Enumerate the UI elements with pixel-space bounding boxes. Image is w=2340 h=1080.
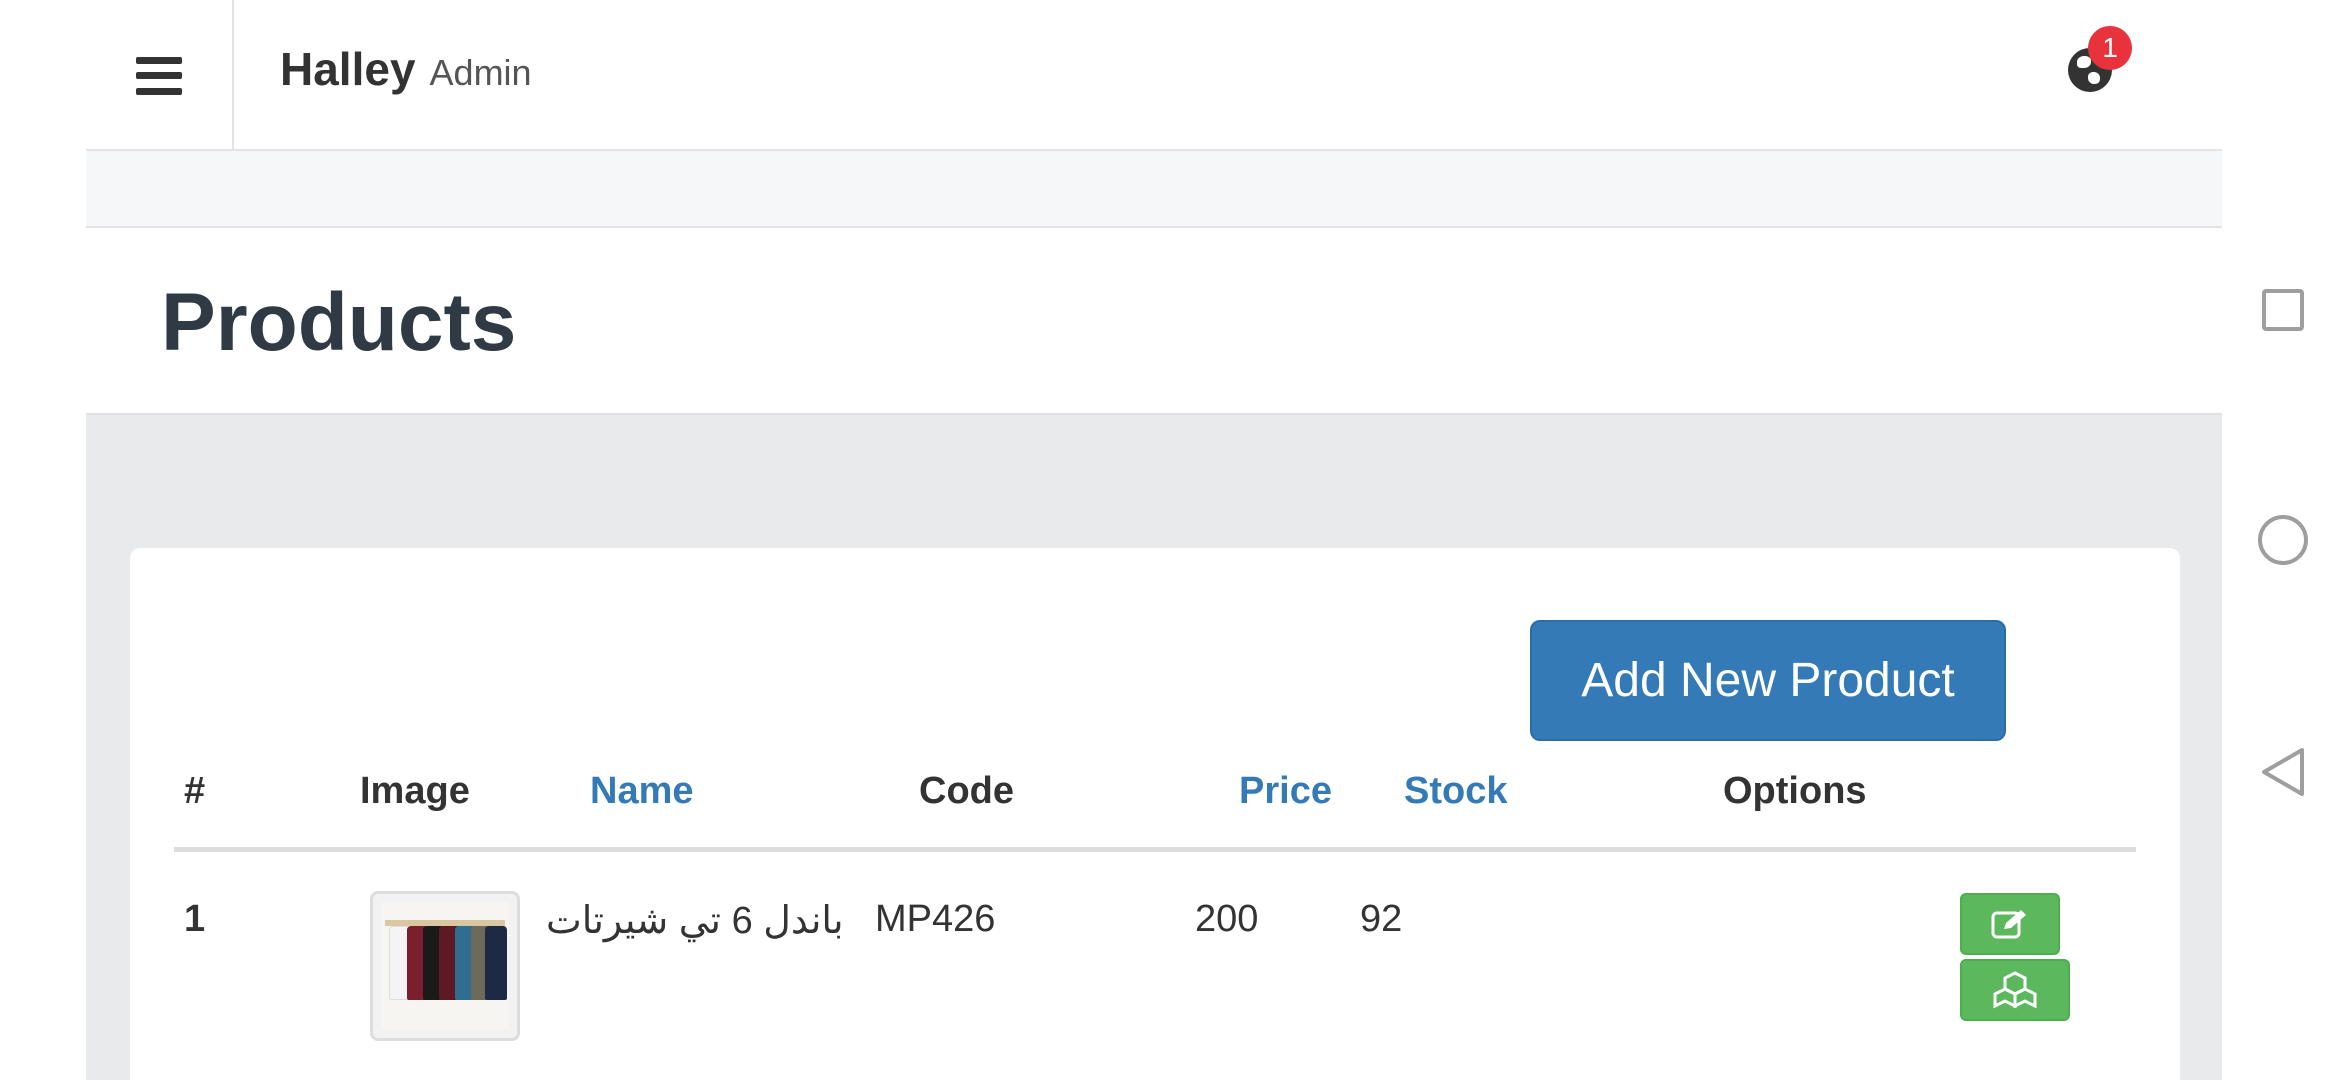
products-card: Add New Product # Image Name Code Price … (130, 548, 2180, 1080)
column-name-sort[interactable]: Name (590, 770, 694, 813)
hamburger-icon (136, 56, 182, 95)
top-navbar: Halley Admin 1 (86, 0, 2222, 151)
column-price-sort[interactable]: Price (1239, 770, 1332, 813)
breadcrumb-bar (86, 151, 2222, 228)
triangle-back-icon[interactable] (2260, 746, 2306, 798)
edit-product-button[interactable] (1960, 893, 2060, 955)
admin-app: Halley Admin 1 Products Add New Product … (86, 0, 2222, 1080)
product-name: باندل 6 تي شيرتات (546, 900, 844, 942)
system-nav-bar (2222, 0, 2340, 1080)
brand[interactable]: Halley Admin (280, 42, 532, 96)
row-index: 1 (184, 898, 206, 940)
product-stock: 92 (1360, 898, 1403, 940)
brand-role: Admin (429, 52, 532, 93)
table-header: # Image Name Code Price Stock Options (174, 770, 2136, 852)
column-image: Image (360, 770, 470, 812)
product-price: 200 (1195, 898, 1259, 940)
left-gutter (0, 0, 86, 1080)
square-icon[interactable] (2262, 289, 2304, 331)
notification-badge[interactable]: 1 (2088, 26, 2132, 70)
cubes-icon (1993, 971, 2037, 1009)
manage-stock-button[interactable] (1960, 959, 2070, 1021)
column-stock-sort[interactable]: Stock (1404, 770, 1507, 813)
product-code: MP426 (875, 898, 996, 940)
circle-icon[interactable] (2258, 515, 2308, 565)
column-index: # (184, 770, 206, 812)
column-code: Code (919, 770, 1014, 812)
product-image (381, 902, 509, 1030)
column-options: Options (1723, 770, 1867, 812)
add-new-product-button[interactable]: Add New Product (1530, 620, 2006, 741)
edit-icon (1991, 910, 2026, 939)
product-thumbnail[interactable] (370, 891, 520, 1041)
page-header: Products (86, 228, 2222, 415)
menu-toggle-button[interactable] (86, 0, 234, 151)
brand-name: Halley (280, 43, 416, 95)
page-title: Products (161, 277, 517, 368)
